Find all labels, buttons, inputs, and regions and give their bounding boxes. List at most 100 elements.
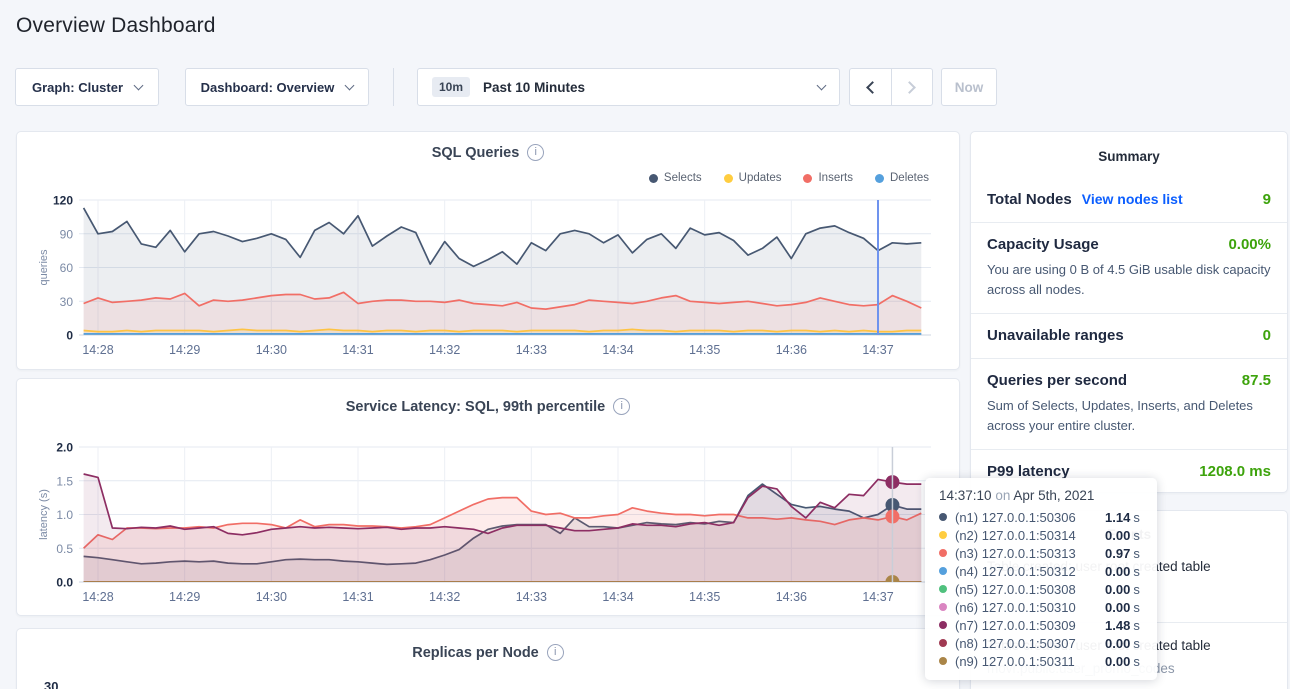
summary-row-unavailable-ranges: Unavailable ranges 0 bbox=[971, 313, 1287, 358]
tooltip-row: (n7) 127.0.0.1:503091.48s bbox=[939, 616, 1143, 634]
tooltip-row: (n9) 127.0.0.1:503110.00s bbox=[939, 652, 1143, 670]
node-latency-value: 0.00 bbox=[1105, 582, 1130, 597]
svg-text:14:31: 14:31 bbox=[342, 343, 373, 357]
legend-dot bbox=[803, 174, 812, 183]
node-latency-value: 1.48 bbox=[1105, 618, 1130, 633]
legend-label: Updates bbox=[739, 172, 782, 184]
svg-text:14:32: 14:32 bbox=[429, 590, 460, 604]
node-latency-unit: s bbox=[1133, 528, 1140, 543]
service-latency-chart-card: Service Latency: SQL, 99th percentile i … bbox=[16, 378, 960, 616]
svg-text:0.0: 0.0 bbox=[56, 576, 73, 590]
queries-per-second-description: Sum of Selects, Updates, Inserts, and De… bbox=[987, 396, 1271, 435]
time-next-button[interactable] bbox=[891, 69, 933, 105]
chart-legend: Selects Updates Inserts Deletes bbox=[649, 172, 929, 184]
tooltip-row: (n8) 127.0.0.1:503070.00s bbox=[939, 634, 1143, 652]
node-latency-unit: s bbox=[1133, 600, 1140, 615]
info-icon[interactable]: i bbox=[527, 144, 544, 161]
tooltip-rows: (n1) 127.0.0.1:503061.14s(n2) 127.0.0.1:… bbox=[939, 508, 1143, 670]
info-icon[interactable]: i bbox=[613, 398, 630, 415]
svg-text:1.0: 1.0 bbox=[56, 508, 73, 522]
sql-queries-plot[interactable]: 030609012014:2814:2914:3014:3114:3214:33… bbox=[17, 132, 961, 376]
tooltip-row: (n2) 127.0.0.1:503140.00s bbox=[939, 526, 1143, 544]
controls-divider bbox=[393, 68, 394, 106]
node-address: (n8) 127.0.0.1:50307 bbox=[955, 636, 1105, 651]
node-latency-value: 0.00 bbox=[1105, 636, 1130, 651]
time-range-picker[interactable]: 10m Past 10 Minutes bbox=[417, 68, 840, 106]
sql-queries-chart-card: SQL Queries i Selects Updates Inserts Delet… bbox=[16, 131, 960, 370]
service-latency-plot[interactable]: 0.00.51.01.52.014:2814:2914:3014:3114:32… bbox=[17, 379, 961, 622]
node-color-dot bbox=[939, 513, 947, 521]
summary-panel: Summary Total Nodes View nodes list 9 Ca… bbox=[970, 131, 1288, 493]
node-address: (n7) 127.0.0.1:50309 bbox=[955, 618, 1105, 633]
svg-text:latency (s): latency (s) bbox=[38, 489, 50, 540]
legend-label: Deletes bbox=[890, 172, 929, 184]
time-prev-button[interactable] bbox=[850, 69, 891, 105]
legend-item-updates[interactable]: Updates bbox=[724, 172, 782, 184]
node-latency-value: 0.00 bbox=[1105, 564, 1130, 579]
legend-item-inserts[interactable]: Inserts bbox=[803, 172, 853, 184]
svg-text:14:36: 14:36 bbox=[776, 590, 807, 604]
summary-row-total-nodes: Total Nodes View nodes list 9 bbox=[971, 178, 1287, 222]
svg-text:14:35: 14:35 bbox=[689, 590, 720, 604]
svg-text:14:28: 14:28 bbox=[82, 590, 113, 604]
dashboard-dropdown-label: Dashboard: Overview bbox=[201, 80, 335, 95]
replicas-per-node-chart-card: Replicas per Node i bbox=[16, 628, 960, 689]
graph-dropdown-label: Graph: Cluster bbox=[32, 80, 123, 95]
tooltip-row: (n5) 127.0.0.1:503080.00s bbox=[939, 580, 1143, 598]
svg-text:14:34: 14:34 bbox=[602, 343, 633, 357]
chart-hover-tooltip: 14:37:10 on Apr 5th, 2021 (n1) 127.0.0.1… bbox=[925, 478, 1157, 680]
legend-dot bbox=[875, 174, 884, 183]
node-color-dot bbox=[939, 549, 947, 557]
svg-text:2.0: 2.0 bbox=[56, 441, 73, 455]
node-address: (n9) 127.0.0.1:50311 bbox=[955, 654, 1105, 669]
node-color-dot bbox=[939, 621, 947, 629]
tooltip-row: (n6) 127.0.0.1:503100.00s bbox=[939, 598, 1143, 616]
node-latency-unit: s bbox=[1133, 510, 1140, 525]
graph-dropdown[interactable]: Graph: Cluster bbox=[15, 68, 159, 106]
total-nodes-label: Total Nodes bbox=[987, 191, 1072, 208]
node-latency-unit: s bbox=[1133, 582, 1140, 597]
svg-text:14:29: 14:29 bbox=[169, 343, 200, 357]
svg-text:14:31: 14:31 bbox=[342, 590, 373, 604]
summary-title: Summary bbox=[971, 132, 1287, 178]
chevron-down-icon bbox=[345, 80, 355, 90]
node-latency-value: 1.14 bbox=[1105, 510, 1130, 525]
svg-text:14:35: 14:35 bbox=[689, 343, 720, 357]
legend-label: Selects bbox=[664, 172, 702, 184]
svg-text:0: 0 bbox=[66, 329, 73, 343]
svg-text:14:32: 14:32 bbox=[429, 343, 460, 357]
sql-queries-chart-title: SQL Queries bbox=[432, 145, 520, 161]
dashboard-dropdown[interactable]: Dashboard: Overview bbox=[185, 68, 369, 106]
legend-label: Inserts bbox=[818, 172, 853, 184]
chevron-down-icon bbox=[817, 80, 827, 90]
legend-item-selects[interactable]: Selects bbox=[649, 172, 702, 184]
svg-text:14:33: 14:33 bbox=[516, 343, 547, 357]
queries-per-second-value: 87.5 bbox=[1242, 372, 1271, 389]
view-nodes-list-link[interactable]: View nodes list bbox=[1082, 191, 1183, 207]
legend-item-deletes[interactable]: Deletes bbox=[875, 172, 929, 184]
svg-text:14:29: 14:29 bbox=[169, 590, 200, 604]
legend-dot bbox=[724, 174, 733, 183]
node-latency-unit: s bbox=[1133, 654, 1140, 669]
svg-text:14:37: 14:37 bbox=[862, 343, 893, 357]
overview-dashboard-page: Overview Dashboard Graph: Cluster Dashbo… bbox=[0, 0, 1290, 689]
node-address: (n3) 127.0.0.1:50313 bbox=[955, 546, 1105, 561]
capacity-usage-value: 0.00% bbox=[1228, 236, 1271, 253]
time-range-label: Past 10 Minutes bbox=[483, 80, 585, 95]
node-color-dot bbox=[939, 639, 947, 647]
page-title: Overview Dashboard bbox=[16, 14, 216, 38]
info-icon[interactable]: i bbox=[547, 644, 564, 661]
tooltip-row: (n4) 127.0.0.1:503120.00s bbox=[939, 562, 1143, 580]
node-latency-unit: s bbox=[1133, 636, 1140, 651]
node-address: (n1) 127.0.0.1:50306 bbox=[955, 510, 1105, 525]
node-color-dot bbox=[939, 567, 947, 575]
chevron-left-icon bbox=[866, 81, 879, 94]
chevron-right-icon bbox=[903, 81, 916, 94]
p99-latency-value: 1208.0 ms bbox=[1199, 463, 1271, 480]
svg-text:0.5: 0.5 bbox=[56, 542, 73, 556]
tooltip-time: 14:37:10 bbox=[939, 488, 992, 503]
unavailable-ranges-value: 0 bbox=[1263, 327, 1271, 344]
time-range-badge: 10m bbox=[432, 77, 470, 97]
now-button[interactable]: Now bbox=[941, 68, 997, 106]
svg-text:14:36: 14:36 bbox=[776, 343, 807, 357]
